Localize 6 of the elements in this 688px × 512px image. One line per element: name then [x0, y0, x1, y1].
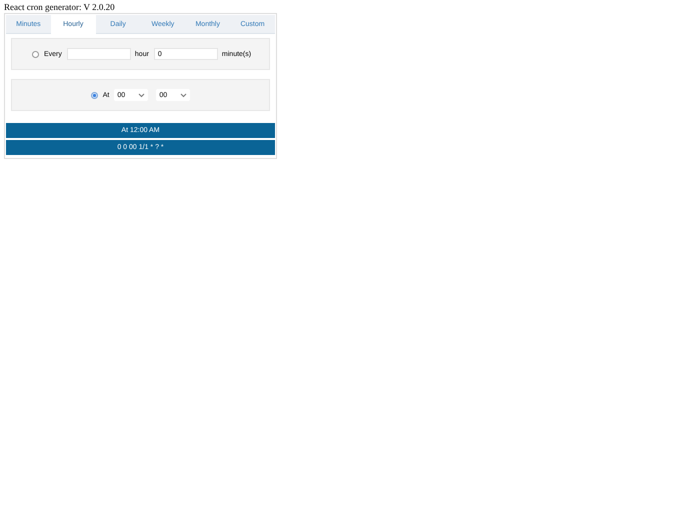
- chevron-icon: [138, 92, 146, 98]
- hours-input[interactable]: [66, 48, 131, 60]
- app-title: React cron generator: V 2.0.20: [4, 3, 116, 12]
- chevron-icon: [180, 92, 188, 98]
- radio-button[interactable]: [90, 92, 98, 98]
- radio-button[interactable]: [32, 50, 39, 58]
